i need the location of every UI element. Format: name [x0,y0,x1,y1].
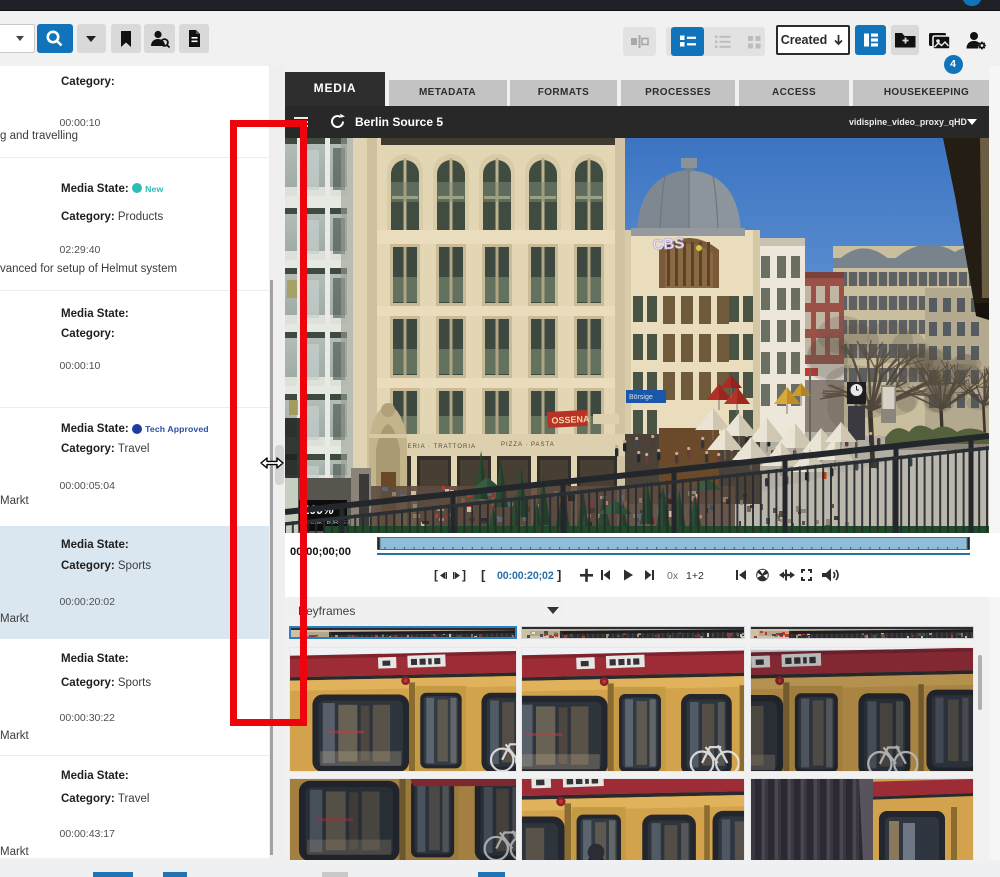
svg-text:[: [ [481,568,486,583]
svg-text:0x: 0x [667,570,679,582]
svg-text:]: ] [557,568,561,583]
svg-text:OSSENA: OSSENA [551,414,590,426]
svg-text:00:00:20;02: 00:00:20;02 [497,570,554,582]
svg-text:[: [ [434,568,438,582]
svg-text:1+2: 1+2 [686,570,704,582]
svg-text:Börsige: Börsige [629,394,653,401]
svg-text:]: ] [462,568,466,582]
svg-text:CBS: CBS [652,235,685,254]
svg-text:PIZZA · PASTA: PIZZA · PASTA [501,442,555,448]
